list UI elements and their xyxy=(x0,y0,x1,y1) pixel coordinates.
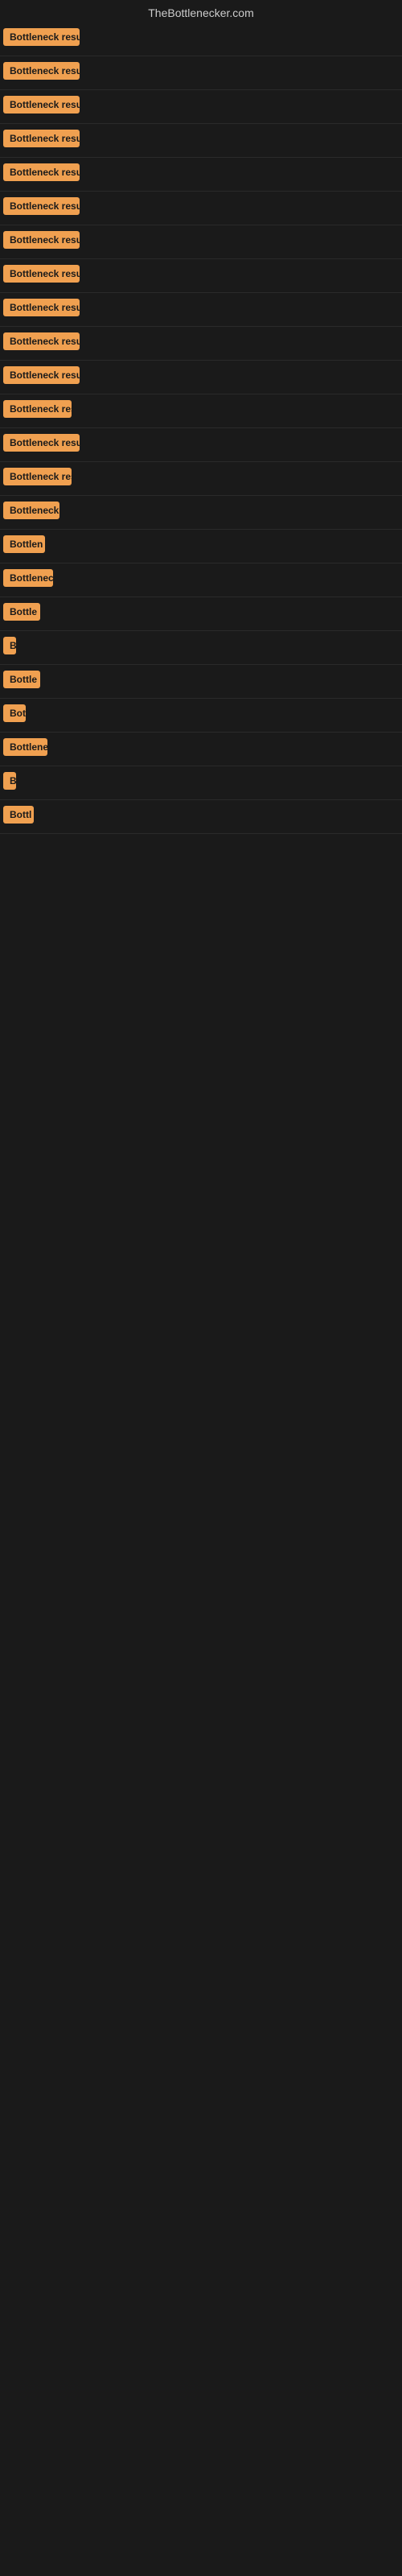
result-row: Bottleneck result xyxy=(0,327,402,361)
badge-container: Bottleneck result xyxy=(3,434,80,456)
badge-container: Bottleneck result xyxy=(3,366,80,388)
site-title: TheBottlenecker.com xyxy=(0,0,402,23)
bottleneck-result-badge[interactable]: Bottleneck result xyxy=(3,197,80,215)
result-row: Bottleneck result xyxy=(0,192,402,225)
result-row: B xyxy=(0,631,402,665)
bottleneck-result-badge[interactable]: B xyxy=(3,637,16,654)
result-row: Bottleneck resu xyxy=(0,462,402,496)
result-row: Bottlene xyxy=(0,733,402,766)
badge-container: Bottleneck result xyxy=(3,332,80,354)
result-row: Bottlen xyxy=(0,530,402,564)
badge-container: Bottle xyxy=(3,603,40,625)
result-row: Bottleneck result xyxy=(0,361,402,394)
bottleneck-result-badge[interactable]: Bot xyxy=(3,704,26,722)
result-row: Bottleneck xyxy=(0,564,402,597)
bottleneck-result-badge[interactable]: Bottleneck result xyxy=(3,299,80,316)
result-row: B xyxy=(0,766,402,800)
badge-container: Bottleneck result xyxy=(3,231,80,253)
bottleneck-result-badge[interactable]: Bottleneck result xyxy=(3,434,80,452)
bottleneck-result-badge[interactable]: Bottleneck result xyxy=(3,366,80,384)
badge-container: Bottleneck result xyxy=(3,28,80,50)
bottleneck-result-badge[interactable]: Bottleneck result xyxy=(3,96,80,114)
badge-container: Bottleneck resu xyxy=(3,468,72,489)
badge-container: Bottleneck result xyxy=(3,130,80,151)
badge-container: Bottleneck result xyxy=(3,197,80,219)
results-list: Bottleneck result Bottleneck result Bottle… xyxy=(0,23,402,834)
bottleneck-result-badge[interactable]: Bottleneck xyxy=(3,569,53,587)
result-row: Bottleneck result xyxy=(0,158,402,192)
bottleneck-result-badge[interactable]: Bottle xyxy=(3,671,40,688)
badge-container: Bottlene xyxy=(3,738,47,760)
result-row: Bottl xyxy=(0,800,402,834)
badge-container: Bottlen xyxy=(3,535,45,557)
result-row: Bottleneck result xyxy=(0,56,402,90)
bottleneck-result-badge[interactable]: Bottleneck result xyxy=(3,332,80,350)
badge-container: Bottleneck result xyxy=(3,62,80,84)
badge-container: Bottleneck r xyxy=(3,502,59,523)
badge-container: B xyxy=(3,637,16,658)
result-row: Bottleneck r xyxy=(0,496,402,530)
bottleneck-result-badge[interactable]: Bottlen xyxy=(3,535,45,553)
badge-container: Bottleneck result xyxy=(3,96,80,118)
result-row: Bottleneck result xyxy=(0,259,402,293)
bottleneck-result-badge[interactable]: Bottleneck resu xyxy=(3,468,72,485)
badge-container: Bottleneck result xyxy=(3,265,80,287)
result-row: Bottleneck result xyxy=(0,124,402,158)
badge-container: Bottleneck result xyxy=(3,163,80,185)
result-row: Bottleneck result xyxy=(0,293,402,327)
bottleneck-result-badge[interactable]: Bottleneck result xyxy=(3,163,80,181)
bottleneck-result-badge[interactable]: Bottleneck result xyxy=(3,130,80,147)
bottleneck-result-badge[interactable]: Bottle xyxy=(3,603,40,621)
result-row: Bottle xyxy=(0,597,402,631)
site-header: TheBottlenecker.com xyxy=(0,0,402,23)
result-row: Bottleneck result xyxy=(0,225,402,259)
bottleneck-result-badge[interactable]: Bottleneck resu xyxy=(3,400,72,418)
badge-container: Bottleneck xyxy=(3,569,53,591)
badge-container: Bottleneck result xyxy=(3,299,80,320)
bottleneck-result-badge[interactable]: Bottl xyxy=(3,806,34,824)
bottleneck-result-badge[interactable]: Bottleneck result xyxy=(3,62,80,80)
bottleneck-result-badge[interactable]: Bottleneck result xyxy=(3,231,80,249)
badge-container: Bottle xyxy=(3,671,40,692)
result-row: Bottleneck resu xyxy=(0,394,402,428)
bottleneck-result-badge[interactable]: B xyxy=(3,772,16,790)
bottleneck-result-badge[interactable]: Bottleneck result xyxy=(3,28,80,46)
badge-container: Bottleneck resu xyxy=(3,400,72,422)
badge-container: Bottl xyxy=(3,806,34,828)
result-row: Bottle xyxy=(0,665,402,699)
bottleneck-result-badge[interactable]: Bottlene xyxy=(3,738,47,756)
badge-container: Bot xyxy=(3,704,26,726)
bottleneck-result-badge[interactable]: Bottleneck r xyxy=(3,502,59,519)
result-row: Bot xyxy=(0,699,402,733)
bottleneck-result-badge[interactable]: Bottleneck result xyxy=(3,265,80,283)
result-row: Bottleneck result xyxy=(0,23,402,56)
result-row: Bottleneck result xyxy=(0,90,402,124)
result-row: Bottleneck result xyxy=(0,428,402,462)
badge-container: B xyxy=(3,772,16,794)
